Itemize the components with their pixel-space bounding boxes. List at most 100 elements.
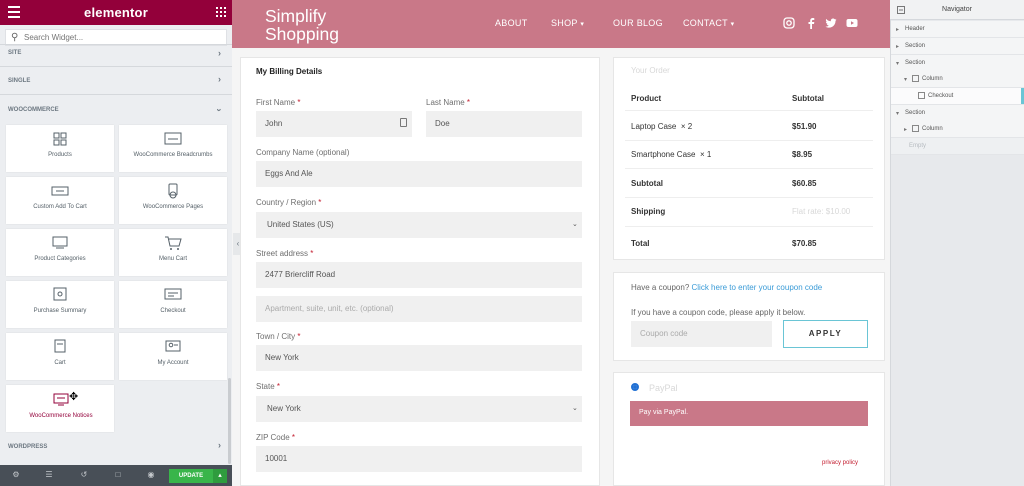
paypal-note: Pay via PayPal. xyxy=(639,409,689,416)
order-title: Your Order xyxy=(631,66,670,75)
street-label: Street address * xyxy=(256,249,313,258)
item-qty: × 2 xyxy=(680,122,693,131)
field-value: 2477 Briercliff Road xyxy=(265,270,336,279)
widget-purchase-summary[interactable]: Purchase Summary xyxy=(6,281,114,328)
site-logo[interactable]: Simplify Shopping xyxy=(265,7,375,43)
label-text: Town / City xyxy=(256,332,296,341)
chevron-down-icon: ⌄ xyxy=(572,405,578,412)
youtube-icon[interactable] xyxy=(846,17,858,29)
chevron-down-icon: ▾ xyxy=(904,77,908,83)
navigator-row-section[interactable]: ▾ Section xyxy=(891,55,1024,72)
navigator-row-checkout[interactable]: Checkout xyxy=(891,88,1024,105)
cart-page-icon xyxy=(6,339,114,355)
widget-woocommerce-breadcrumbs[interactable]: WooCommerce Breadcrumbs xyxy=(119,125,227,172)
divider xyxy=(625,110,873,111)
item-name: Laptop Case xyxy=(631,122,677,131)
field-value: Eggs And Ale xyxy=(265,169,313,178)
update-button[interactable]: UPDATE xyxy=(169,469,213,483)
widget-cart[interactable]: Cart xyxy=(6,333,114,380)
chevron-down-icon: ▾ xyxy=(896,111,900,117)
field-value: Doe xyxy=(435,119,450,128)
chevron-right-icon: › xyxy=(218,48,221,58)
twitter-icon[interactable] xyxy=(825,17,837,29)
nav-about[interactable]: ABOUT xyxy=(495,18,528,28)
label-text: Street address xyxy=(256,249,309,258)
widget-checkout[interactable]: Checkout xyxy=(119,281,227,328)
zip-field[interactable]: 10001 xyxy=(256,446,582,472)
label-text: ZIP Code xyxy=(256,433,290,442)
widget-custom-add-to-cart[interactable]: Custom Add To Cart xyxy=(6,177,114,224)
chevron-right-icon: ▸ xyxy=(896,44,900,50)
company-field[interactable]: Eggs And Ale xyxy=(256,161,582,187)
coupon-link[interactable]: Click here to enter your coupon code xyxy=(692,283,823,292)
product-header: Product xyxy=(631,94,662,103)
nav-our-blog[interactable]: OUR BLOG xyxy=(613,18,663,28)
apartment-field[interactable]: Apartment, suite, unit, etc. (optional) xyxy=(256,296,582,322)
category-single[interactable]: SINGLE › xyxy=(0,70,232,92)
category-woocommerce[interactable]: WOOCOMMERCE › xyxy=(0,99,232,121)
layers-icon[interactable]: ☰ xyxy=(43,470,55,481)
widget-label: WooCommerce Notices xyxy=(29,413,93,419)
zip-label: ZIP Code * xyxy=(256,433,295,442)
widget-label: Custom Add To Cart xyxy=(33,204,87,210)
order-item-1-price: $51.90 xyxy=(792,122,817,131)
nav-shop[interactable]: SHOP ▾ xyxy=(551,18,584,28)
chevron-right-icon: › xyxy=(218,74,221,84)
navigator-row-section[interactable]: ▾ Section xyxy=(891,105,1024,122)
field-value: New York xyxy=(267,404,301,413)
category-site[interactable]: SITE › xyxy=(0,44,232,66)
state-select[interactable]: New York ⌄ xyxy=(256,396,582,422)
navigator-row-header[interactable]: ▸ Header xyxy=(891,21,1024,38)
widgets-grid-icon[interactable] xyxy=(216,7,226,17)
required-mark: * xyxy=(297,332,301,341)
widget-search-input[interactable] xyxy=(24,31,224,44)
first-name-field[interactable]: John xyxy=(256,111,412,137)
chevron-right-icon: ▸ xyxy=(904,127,908,133)
coupon-prompt: Have a coupon? Click here to enter your … xyxy=(631,283,822,292)
divider xyxy=(625,197,873,198)
history-icon[interactable]: ↺ xyxy=(78,470,90,481)
paypal-radio[interactable] xyxy=(631,383,639,391)
required-mark: * xyxy=(466,98,471,107)
row-label: Column xyxy=(922,126,943,132)
street-field[interactable]: 2477 Briercliff Road xyxy=(256,262,582,288)
country-label: Country / Region * xyxy=(256,198,321,207)
category-wordpress[interactable]: WORDPRESS › xyxy=(0,436,232,458)
instagram-icon[interactable] xyxy=(783,17,795,29)
facebook-icon[interactable] xyxy=(805,17,817,29)
widget-product-categories[interactable]: Product Categories xyxy=(6,229,114,276)
preview-eye-icon[interactable]: ◉ xyxy=(145,470,157,481)
autofill-contact-icon[interactable] xyxy=(400,118,407,127)
label-text: First Name xyxy=(256,98,296,107)
privacy-policy-link[interactable]: privacy policy xyxy=(822,460,858,466)
navigator-row-column[interactable]: ▾ Column xyxy=(891,71,1024,88)
logo-line-1: Simplify xyxy=(265,6,327,26)
order-item-2: Smartphone Case × 1 xyxy=(631,150,711,159)
widget-menu-cart[interactable]: Menu Cart xyxy=(119,229,227,276)
row-label: Checkout xyxy=(928,93,954,99)
settings-icon[interactable]: ⚙ xyxy=(10,470,22,481)
field-value: New York xyxy=(265,353,299,362)
apply-coupon-button[interactable]: APPLY xyxy=(783,320,868,348)
row-label: Section xyxy=(905,110,926,116)
widget-products[interactable]: Products xyxy=(6,125,114,172)
responsive-icon[interactable]: □ xyxy=(112,470,124,481)
navigator-title: Navigator xyxy=(942,6,972,13)
billing-title: My Billing Details xyxy=(256,67,323,76)
country-select[interactable]: United States (US) ⌄ xyxy=(256,212,582,238)
widget-my-account[interactable]: My Account xyxy=(119,333,227,380)
nav-contact-label: CONTACT xyxy=(683,18,728,28)
row-label: Header xyxy=(905,26,925,32)
nav-contact[interactable]: CONTACT ▾ xyxy=(683,18,734,28)
widget-woocommerce-pages[interactable]: WooCommerce Pages xyxy=(119,177,227,224)
panel-scrollbar[interactable] xyxy=(228,378,231,464)
navigator-row-column[interactable]: ▸ Column xyxy=(891,121,1024,138)
chevron-up-icon[interactable]: ▴ xyxy=(213,469,227,483)
last-name-field[interactable]: Doe xyxy=(426,111,582,137)
widget-woocommerce-notices[interactable]: WooCommerce Notices xyxy=(6,385,114,432)
expand-all-icon[interactable] xyxy=(897,6,905,14)
navigator-row-section[interactable]: ▸ Section xyxy=(891,38,1024,55)
order-item-1: Laptop Case × 2 xyxy=(631,122,692,131)
city-field[interactable]: New York xyxy=(256,345,582,371)
coupon-code-input[interactable]: Coupon code xyxy=(631,321,772,347)
